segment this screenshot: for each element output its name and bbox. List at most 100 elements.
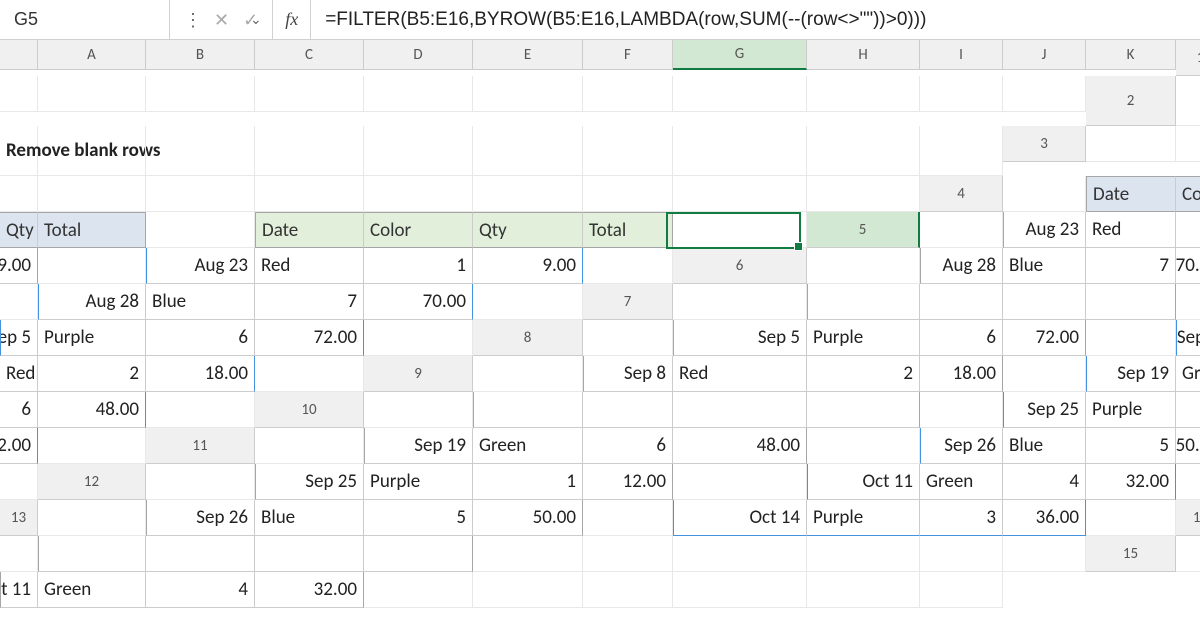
- cell[interactable]: 6: [920, 320, 1003, 356]
- cell[interactable]: 1: [364, 248, 473, 284]
- cell[interactable]: [146, 176, 255, 212]
- spreadsheet-grid[interactable]: A B C D E F G H I J K 1 2 Remove blank r…: [0, 40, 1200, 608]
- row-11[interactable]: 11: [146, 428, 255, 464]
- cell[interactable]: Blue: [255, 500, 364, 536]
- formula-input[interactable]: [311, 0, 1200, 39]
- cell[interactable]: [807, 392, 920, 428]
- row-1[interactable]: 1: [1176, 40, 1200, 76]
- fx-icon[interactable]: fx: [273, 0, 311, 39]
- cell[interactable]: [1086, 500, 1176, 536]
- cell[interactable]: [673, 284, 807, 320]
- cell[interactable]: [0, 176, 38, 212]
- cell[interactable]: Purple: [807, 320, 920, 356]
- cell[interactable]: [1086, 320, 1176, 356]
- cell[interactable]: [255, 428, 364, 464]
- cell[interactable]: 48.00: [38, 392, 146, 428]
- cell[interactable]: 12.00: [583, 464, 673, 500]
- cell[interactable]: 5: [1086, 428, 1176, 464]
- cell[interactable]: 3: [920, 500, 1003, 536]
- cell[interactable]: Sep 5: [673, 320, 807, 356]
- col-G[interactable]: G: [673, 40, 807, 70]
- table1-header-qty[interactable]: Qty: [0, 212, 38, 248]
- cell[interactable]: [583, 320, 673, 356]
- cell[interactable]: [364, 320, 473, 356]
- cell[interactable]: [920, 126, 1003, 176]
- row-4[interactable]: 4: [920, 176, 1003, 212]
- cell[interactable]: [255, 126, 364, 176]
- cell[interactable]: [255, 176, 364, 212]
- cell[interactable]: Sep 26: [920, 428, 1003, 464]
- cell[interactable]: [1176, 536, 1200, 572]
- cell[interactable]: [807, 284, 920, 320]
- cell[interactable]: [920, 392, 1003, 428]
- cell[interactable]: [807, 536, 920, 572]
- cell[interactable]: 6: [146, 320, 255, 356]
- cell[interactable]: [146, 536, 255, 572]
- cell[interactable]: 7: [1086, 248, 1176, 284]
- cell[interactable]: [583, 76, 673, 112]
- cell[interactable]: Sep 8: [583, 356, 673, 392]
- cell[interactable]: Aug 23: [146, 248, 255, 284]
- select-all-corner[interactable]: [0, 40, 38, 70]
- cell[interactable]: [673, 176, 807, 212]
- cell[interactable]: Red: [255, 248, 364, 284]
- cell[interactable]: [1003, 76, 1086, 112]
- cell[interactable]: [255, 356, 364, 392]
- row-6[interactable]: 6: [673, 248, 807, 284]
- col-J[interactable]: J: [1003, 40, 1086, 70]
- table1-header-date[interactable]: Date: [1086, 176, 1176, 212]
- cell[interactable]: 50.00: [473, 500, 583, 536]
- cell[interactable]: [1003, 284, 1086, 320]
- more-icon[interactable]: ⋮: [184, 9, 200, 31]
- cell[interactable]: Purple: [1086, 392, 1176, 428]
- cell[interactable]: [807, 176, 920, 212]
- cell[interactable]: Red: [0, 356, 38, 392]
- row-8[interactable]: 8: [473, 320, 583, 356]
- cancel-icon[interactable]: ✕: [214, 9, 229, 31]
- cell[interactable]: 32.00: [255, 572, 364, 608]
- col-F[interactable]: F: [583, 40, 673, 70]
- table1-header-total[interactable]: Total: [38, 212, 146, 248]
- cell[interactable]: [364, 126, 473, 176]
- row-3[interactable]: 3: [1003, 126, 1086, 162]
- cell[interactable]: [583, 126, 673, 176]
- cell[interactable]: Green: [38, 572, 146, 608]
- cell[interactable]: [583, 572, 673, 608]
- cell[interactable]: Sep 19: [364, 428, 473, 464]
- cell[interactable]: Red: [1086, 212, 1176, 248]
- cell[interactable]: [1003, 356, 1086, 392]
- cell[interactable]: [255, 76, 364, 112]
- cell[interactable]: 72.00: [1003, 320, 1086, 356]
- cell[interactable]: [1176, 126, 1200, 162]
- table2-header-color[interactable]: Color: [364, 212, 473, 248]
- cell[interactable]: 4: [146, 572, 255, 608]
- cell[interactable]: [364, 392, 473, 428]
- cell[interactable]: Blue: [146, 284, 255, 320]
- cell[interactable]: 12.00: [0, 428, 38, 464]
- cell[interactable]: Sep 5: [0, 320, 38, 356]
- row-15[interactable]: 15: [1086, 536, 1176, 572]
- cell[interactable]: [807, 76, 920, 112]
- page-title[interactable]: Remove blank rows: [0, 126, 38, 176]
- cell[interactable]: [0, 464, 38, 500]
- table1-header-color[interactable]: Color: [1176, 176, 1200, 212]
- cell[interactable]: Green: [1176, 356, 1200, 392]
- cell[interactable]: [920, 212, 1003, 248]
- row-12[interactable]: 12: [38, 464, 146, 500]
- cell[interactable]: Purple: [364, 464, 473, 500]
- cell[interactable]: [0, 284, 38, 320]
- cell[interactable]: [673, 76, 807, 112]
- cell[interactable]: 9.00: [473, 248, 583, 284]
- cell[interactable]: [673, 536, 807, 572]
- cell[interactable]: [920, 536, 1003, 572]
- cell[interactable]: [146, 392, 255, 428]
- cell[interactable]: [1176, 464, 1200, 500]
- cell[interactable]: [473, 356, 583, 392]
- cell[interactable]: [255, 536, 364, 572]
- row-13[interactable]: 13: [0, 500, 38, 536]
- cell[interactable]: Aug 28: [38, 284, 146, 320]
- cell[interactable]: [1176, 76, 1200, 126]
- col-K[interactable]: K: [1086, 40, 1176, 70]
- cell[interactable]: [583, 248, 673, 284]
- cell[interactable]: [146, 76, 255, 112]
